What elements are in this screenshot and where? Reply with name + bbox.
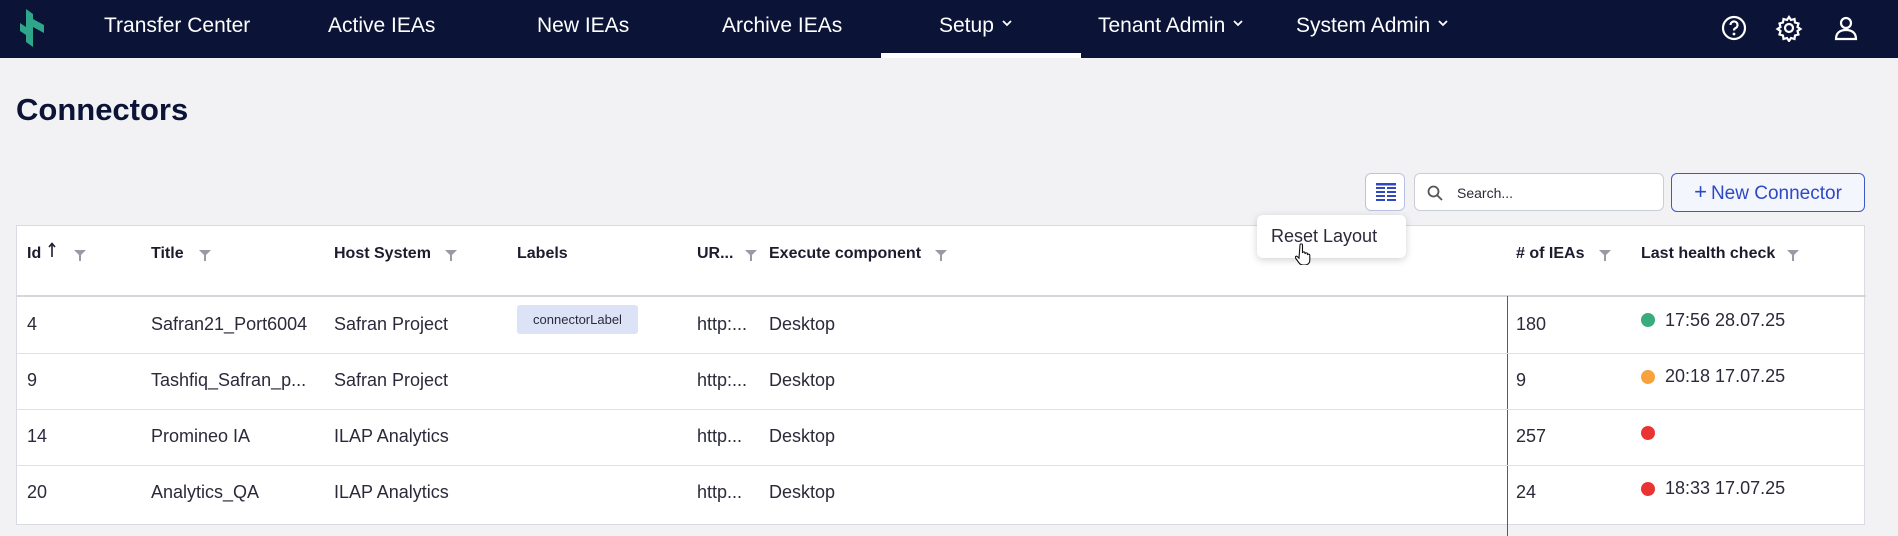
column-header-title[interactable]: Title: [151, 245, 184, 263]
row-divider: [17, 465, 1866, 466]
cell-host-system: ILAP Analytics: [334, 426, 449, 446]
sort-ascending-icon[interactable]: [48, 242, 56, 258]
column-header-url[interactable]: UR...: [697, 245, 733, 263]
cell-id: 4: [27, 314, 38, 334]
column-layout-icon: [1376, 183, 1396, 201]
column-header-last-health-check[interactable]: Last health check: [1641, 245, 1775, 263]
column-header-id[interactable]: Id: [27, 245, 41, 263]
nav-active-ieas[interactable]: Active IEAs: [328, 0, 435, 58]
chevron-down-icon: [1233, 20, 1243, 27]
status-dot-green: [1641, 313, 1655, 327]
search-icon: [1427, 185, 1443, 201]
cell-last-health-check: 17:56 28.07.25: [1665, 310, 1786, 330]
row-divider: [17, 353, 1866, 354]
status-dot-orange: [1641, 370, 1655, 384]
reset-layout-menu-item[interactable]: Reset Layout: [1271, 226, 1377, 247]
cell-last-health-check: 20:18 17.07.25: [1665, 366, 1786, 386]
cell-execute-component: Desktop: [769, 370, 836, 390]
cell-url: http...: [697, 426, 743, 446]
nav-active-indicator: [881, 53, 1081, 58]
cell-execute-component: Desktop: [769, 426, 836, 446]
cell-url: http:...: [697, 314, 748, 334]
cell-number-of-ieas: 9: [1516, 370, 1527, 390]
cell-id: 14: [27, 426, 48, 446]
filter-icon[interactable]: [1787, 250, 1799, 261]
filter-icon[interactable]: [1599, 250, 1611, 261]
filter-icon[interactable]: [745, 250, 757, 261]
filter-icon[interactable]: [199, 250, 211, 261]
top-navigation-bar: Transfer Center Active IEAs New IEAs Arc…: [0, 0, 1898, 58]
cell-title: Analytics_QA: [151, 482, 260, 502]
filter-icon[interactable]: [445, 250, 457, 261]
cell-id: 20: [27, 482, 48, 502]
connectors-table: Id Title Host System Labels UR... Execut…: [16, 225, 1866, 536]
chevron-down-icon: [1438, 20, 1448, 27]
page-title: Connectors: [16, 92, 189, 127]
user-icon[interactable]: [1832, 14, 1860, 42]
column-layout-button[interactable]: [1365, 173, 1405, 211]
cell-host-system: Safran Project: [334, 314, 449, 334]
new-connector-button[interactable]: + New Connector: [1671, 173, 1865, 212]
nav-system-admin-label: System Admin: [1296, 14, 1431, 37]
cell-title: Promineo IA: [151, 426, 251, 446]
row-divider: [17, 409, 1866, 410]
column-header-host-system[interactable]: Host System: [334, 245, 431, 263]
new-connector-label: New Connector: [1710, 183, 1842, 204]
column-header-execute-component[interactable]: Execute component: [769, 245, 921, 263]
cell-last-health-check: 18:33 17.07.25: [1665, 478, 1786, 498]
cell-host-system: Safran Project: [334, 370, 449, 390]
nav-archive-ieas[interactable]: Archive IEAs: [722, 0, 842, 58]
help-icon[interactable]: [1720, 14, 1748, 42]
cell-url: http...: [697, 482, 743, 502]
cell-host-system: ILAP Analytics: [334, 482, 449, 502]
filter-icon[interactable]: [935, 250, 947, 261]
nav-tenant-admin[interactable]: Tenant Admin: [1098, 0, 1243, 58]
plus-icon: +: [1694, 179, 1707, 204]
status-dot-red: [1641, 482, 1655, 496]
cell-execute-component: Desktop: [769, 482, 836, 502]
nav-system-admin[interactable]: System Admin: [1296, 0, 1448, 58]
column-resize-handle[interactable]: [1507, 296, 1508, 536]
cell-title: Safran21_Port6004: [151, 314, 308, 334]
column-header-labels[interactable]: Labels: [517, 245, 568, 263]
cell-number-of-ieas: 180: [1516, 314, 1547, 334]
table-header-divider: [17, 295, 1866, 297]
filter-icon[interactable]: [74, 250, 86, 261]
layout-menu-popover: Reset Layout: [1257, 215, 1406, 258]
search-input[interactable]: [1455, 180, 1655, 206]
nav-transfer-center[interactable]: Transfer Center: [104, 0, 250, 58]
cell-title: Tashfiq_Safran_p...: [151, 370, 307, 390]
status-dot-red: [1641, 426, 1655, 440]
app-logo-icon[interactable]: [20, 9, 46, 47]
nav-setup[interactable]: Setup: [939, 0, 1012, 58]
gear-icon[interactable]: [1775, 14, 1803, 42]
cell-url: http:...: [697, 370, 748, 390]
cell-execute-component: Desktop: [769, 314, 836, 334]
nav-new-ieas[interactable]: New IEAs: [537, 0, 629, 58]
column-header-number-of-ieas[interactable]: # of IEAs: [1516, 245, 1584, 263]
nav-setup-label: Setup: [939, 14, 994, 37]
cell-number-of-ieas: 24: [1516, 482, 1537, 502]
cell-id: 9: [27, 370, 38, 390]
search-field[interactable]: [1414, 173, 1664, 211]
label-chip[interactable]: connectorLabel: [517, 305, 638, 334]
hand-cursor-icon: [1295, 243, 1311, 265]
nav-tenant-admin-label: Tenant Admin: [1098, 14, 1226, 37]
chevron-down-icon: [1002, 20, 1012, 27]
cell-number-of-ieas: 257: [1516, 426, 1547, 446]
